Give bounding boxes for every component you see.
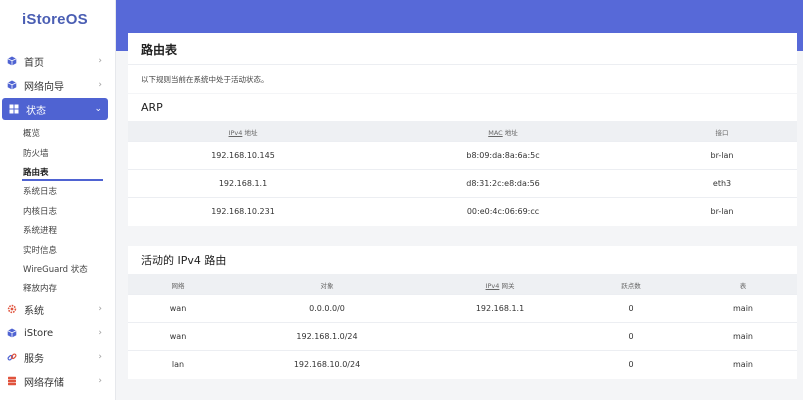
column-header-target: 对象	[320, 282, 334, 290]
chevron-right-icon: ›	[98, 376, 102, 386]
arp-mac: 00:e0:4c:06:69:cc	[466, 207, 540, 216]
sidebar-item-system[interactable]: 系统 ›	[0, 298, 116, 320]
chevron-down-icon: ⌄	[94, 104, 102, 114]
link-icon	[7, 352, 17, 362]
sidebar-item-services[interactable]: 服务 ›	[0, 346, 116, 368]
route-target: 0.0.0.0/0	[309, 304, 345, 313]
chevron-right-icon: ›	[98, 328, 102, 338]
sidebar-item-label: 网络存储	[24, 377, 64, 389]
arp-ip: 192.168.10.231	[211, 207, 275, 216]
route-network: wan	[169, 304, 187, 313]
routes-heading: 活动的 IPv4 路由	[141, 254, 227, 267]
route-target: 192.168.1.0/24	[296, 332, 358, 341]
table-row: 192.168.10.145 b8:09:da:8a:6a:5c br-lan	[128, 141, 797, 169]
arp-section: ARP IPv4 地址 MAC 地址 接口 192.168.10.145 b8:…	[128, 94, 797, 226]
column-header-ip: IPv4 地址	[228, 129, 258, 137]
arp-mac: b8:09:da:8a:6a:5c	[466, 151, 540, 160]
route-gateway: 192.168.1.1	[475, 304, 525, 313]
sidebar-item-label: 服务	[24, 353, 44, 365]
route-metric: 0	[628, 304, 634, 313]
route-table: main	[733, 332, 753, 341]
arp-ip: 192.168.1.1	[218, 179, 268, 188]
sidebar-subitem-firewall[interactable]: 防火墙	[23, 147, 49, 159]
arp-heading: ARP	[141, 101, 163, 114]
sidebar-item-label: 网络向导	[24, 81, 64, 93]
table-row: 192.168.10.231 00:e0:4c:06:69:cc br-lan	[128, 197, 797, 225]
route-network: wan	[169, 332, 187, 341]
column-header-metric: 跃点数	[621, 282, 641, 290]
chevron-right-icon: ›	[98, 80, 102, 90]
chevron-right-icon: ›	[98, 352, 102, 362]
sidebar-item-label: iStore	[24, 327, 54, 339]
column-header-gateway: IPv4 网关	[485, 282, 515, 290]
column-header-table: 表	[739, 282, 747, 290]
arp-interface: eth3	[712, 179, 732, 188]
sidebar-item-network-wizard[interactable]: 网络向导 ›	[0, 74, 116, 96]
sidebar-item-network-storage[interactable]: 网络存储 ›	[0, 370, 116, 392]
page-title-card: 路由表	[128, 33, 797, 65]
route-target: 192.168.10.0/24	[293, 360, 361, 369]
sidebar-item-label: 系统	[24, 305, 44, 317]
column-header-mac: MAC 地址	[488, 129, 518, 137]
sidebar-subitem-realtime[interactable]: 实时信息	[23, 244, 57, 256]
route-metric: 0	[628, 360, 634, 369]
cube-icon	[7, 328, 17, 338]
table-row: 192.168.1.1 d8:31:2c:e8:da:56 eth3	[128, 169, 797, 197]
route-table: main	[733, 360, 753, 369]
page-description: 以下规则当前在系统中处于活动状态。	[141, 75, 269, 84]
column-header-network: 网络	[171, 282, 185, 290]
active-subitem-indicator	[22, 179, 103, 181]
cube-icon	[7, 56, 17, 66]
route-table: main	[733, 304, 753, 313]
page-title: 路由表	[141, 43, 178, 57]
arp-mac: d8:31:2c:e8:da:56	[466, 179, 540, 188]
sidebar-subitem-system-log[interactable]: 系统日志	[23, 185, 57, 197]
chevron-right-icon: ›	[98, 304, 102, 314]
sidebar-subitem-wireguard[interactable]: WireGuard 状态	[23, 263, 88, 275]
column-header-interface: 接口	[715, 129, 729, 137]
gear-icon	[7, 304, 17, 314]
sidebar: iStoreOS 首页 › 网络向导 › 状态 ⌄ 概览 防火墙 路由表 系统日…	[0, 0, 116, 400]
table-row: lan 192.168.10.0/24 0 main	[128, 350, 797, 378]
cube-icon	[7, 80, 17, 90]
arp-interface: br-lan	[710, 151, 734, 160]
arp-table-header: IPv4 地址 MAC 地址 接口	[128, 121, 797, 141]
sidebar-subitem-processes[interactable]: 系统进程	[23, 224, 57, 236]
page-description-card: 以下规则当前在系统中处于活动状态。	[128, 65, 797, 93]
sidebar-subitem-overview[interactable]: 概览	[23, 127, 40, 139]
istoreos-logo[interactable]: iStoreOS	[22, 11, 88, 28]
sidebar-subitem-routes[interactable]: 路由表	[23, 166, 49, 178]
routes-table-header: 网络 对象 IPv4 网关 跃点数 表	[128, 274, 797, 294]
route-metric: 0	[628, 332, 634, 341]
sidebar-item-label: 状态	[26, 105, 46, 117]
arp-interface: br-lan	[710, 207, 734, 216]
grid-icon	[9, 104, 19, 114]
table-row: wan 0.0.0.0/0 192.168.1.1 0 main	[128, 294, 797, 322]
route-network: lan	[171, 360, 185, 369]
sidebar-item-home[interactable]: 首页 ›	[0, 50, 116, 72]
storage-icon	[7, 376, 17, 386]
sidebar-item-istore[interactable]: iStore ›	[0, 322, 116, 344]
chevron-right-icon: ›	[98, 56, 102, 66]
sidebar-item-label: 首页	[24, 57, 44, 69]
ipv4-routes-section: 活动的 IPv4 路由 网络 对象 IPv4 网关 跃点数 表 wan 0.0.…	[128, 246, 797, 379]
table-row: wan 192.168.1.0/24 0 main	[128, 322, 797, 350]
arp-ip: 192.168.10.145	[211, 151, 275, 160]
sidebar-subitem-kernel-log[interactable]: 内核日志	[23, 205, 57, 217]
sidebar-subitem-free-memory[interactable]: 释放内存	[23, 282, 57, 294]
sidebar-item-status[interactable]: 状态 ⌄	[2, 98, 108, 120]
